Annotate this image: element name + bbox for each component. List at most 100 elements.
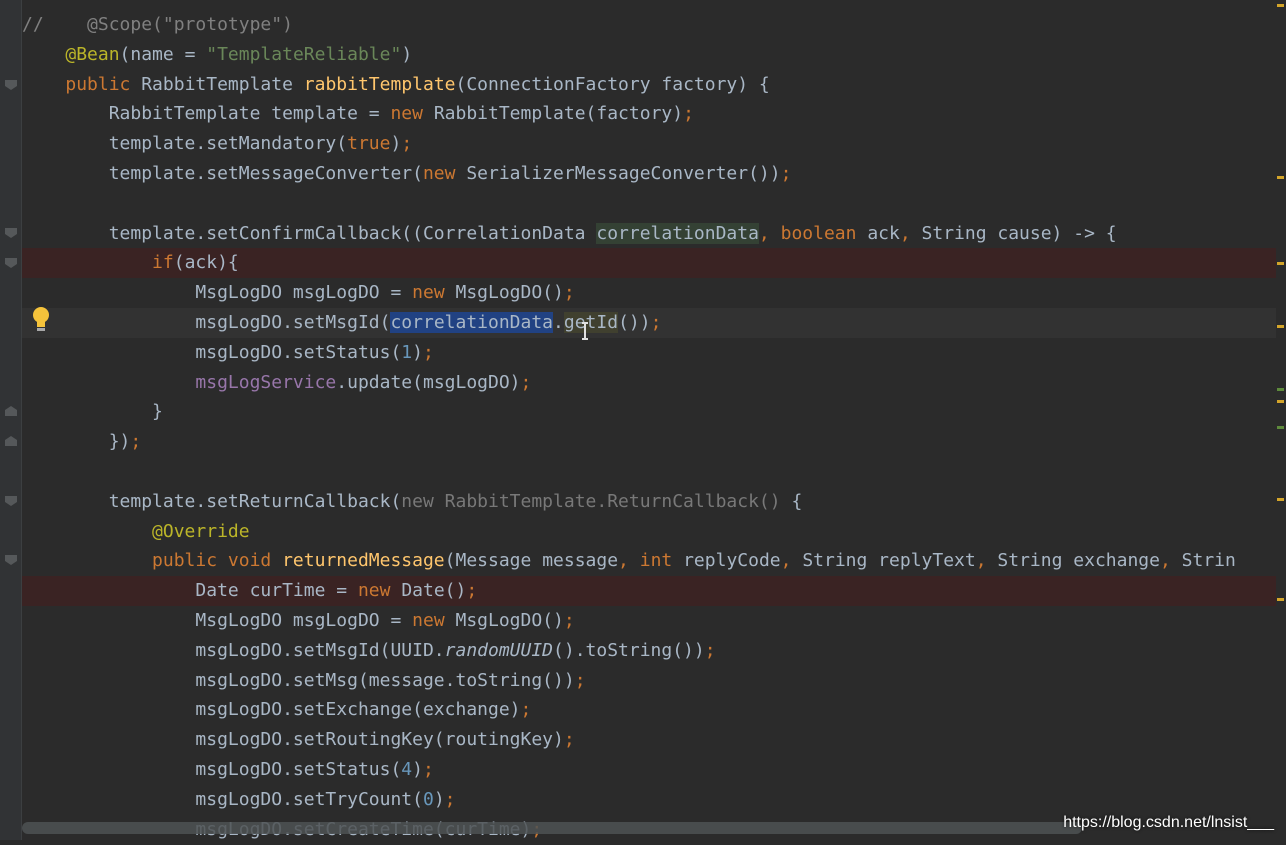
code-token: ack <box>867 222 900 244</box>
horizontal-scrollbar[interactable] <box>22 822 1082 834</box>
code-line[interactable] <box>22 457 1286 487</box>
lightbulb-icon[interactable] <box>32 307 50 333</box>
code-line[interactable]: msgLogDO.setStatus(1); <box>22 338 1286 368</box>
code-token: ; <box>683 103 694 125</box>
code-line[interactable]: template.setMandatory(true); <box>22 129 1286 159</box>
code-line-text: public void returnedMessage(Message mess… <box>22 546 1236 576</box>
code-token: msgLogDO.setStatus( <box>22 759 402 780</box>
code-token: (ack){ <box>173 252 239 274</box>
code-line-text: public RabbitTemplate rabbitTemplate(Con… <box>22 70 770 100</box>
code-token: ) <box>390 133 402 155</box>
warning-mark[interactable] <box>1277 400 1284 403</box>
code-line-text: @Override <box>22 517 250 547</box>
code-line[interactable]: msgLogDO.setExchange(exchange); <box>22 695 1286 725</box>
editor-gutter[interactable] <box>0 0 22 840</box>
code-token: 0 <box>422 788 434 810</box>
code-line[interactable] <box>22 189 1286 219</box>
warning-mark[interactable] <box>1277 4 1284 7</box>
code-token: (ConnectionFactory factory) { <box>455 73 770 95</box>
code-token: , <box>1159 550 1182 572</box>
code-line[interactable]: msgLogDO.setMsgId(UUID.randomUUID().toSt… <box>22 636 1286 666</box>
code-token: String exchange <box>997 550 1160 572</box>
fold-marker-start-icon[interactable] <box>5 80 17 90</box>
code-token: String replyText <box>802 550 976 572</box>
fold-marker-end-icon[interactable] <box>5 436 17 446</box>
code-token: MsgLogDO msgLogDO = <box>22 282 413 304</box>
code-line[interactable]: @Override <box>22 517 1286 547</box>
code-token: public <box>65 73 142 95</box>
code-token: .update(msgLogDO) <box>336 371 521 393</box>
code-line[interactable]: // @Scope("prototype") <box>22 10 1286 40</box>
code-token: , <box>758 222 781 244</box>
code-line[interactable]: msgLogService.update(msgLogDO); <box>22 368 1286 398</box>
warning-mark[interactable] <box>1277 262 1284 265</box>
code-line[interactable]: template.setReturnCallback(new RabbitTem… <box>22 487 1286 517</box>
code-token: MsgLogDO msgLogDO = <box>22 610 413 631</box>
code-line-text: template.setMessageConverter(new Seriali… <box>22 159 792 189</box>
warning-mark[interactable] <box>1277 325 1284 328</box>
code-line[interactable]: public void returnedMessage(Message mess… <box>22 546 1286 576</box>
code-token: (Message message <box>444 550 619 572</box>
code-token: MsgLogDO() <box>455 282 564 304</box>
fold-marker-end-icon[interactable] <box>5 406 17 416</box>
code-line-text: }); <box>22 427 142 457</box>
fold-marker-start-icon[interactable] <box>5 496 17 506</box>
code-token: ; <box>401 133 413 155</box>
code-token: correlationData <box>596 222 759 244</box>
code-line[interactable]: msgLogDO.setRoutingKey(routingKey); <box>22 725 1286 755</box>
fold-marker-start-icon[interactable] <box>5 258 17 268</box>
code-line[interactable]: Date curTime = new Date(); <box>22 576 1286 607</box>
warning-mark[interactable] <box>1277 598 1284 601</box>
code-line[interactable]: msgLogDO.setMsg(message.toString()); <box>22 666 1286 696</box>
code-token: ; <box>422 759 434 780</box>
code-token: template.setMandatory( <box>22 133 348 155</box>
code-token: ; <box>466 580 478 602</box>
code-line[interactable]: } <box>22 397 1286 427</box>
code-line[interactable]: MsgLogDO msgLogDO = new MsgLogDO(); <box>22 278 1286 308</box>
code-token: ; <box>563 610 575 631</box>
code-token: SerializerMessageConverter()) <box>466 163 781 184</box>
code-line[interactable]: }); <box>22 427 1286 457</box>
code-line[interactable]: msgLogDO.setMsgId(correlationData.getId(… <box>22 308 1286 338</box>
code-token: Date curTime = <box>22 580 358 602</box>
change-mark[interactable] <box>1277 388 1284 391</box>
code-line-text: msgLogDO.setStatus(4); <box>22 755 434 785</box>
fold-marker-start-icon[interactable] <box>5 228 17 238</box>
code-token: msgLogDO.setTryCount( <box>22 788 423 810</box>
code-token: RabbitTemplate(factory) <box>433 103 684 125</box>
code-token: ; <box>650 312 662 333</box>
code-line[interactable]: RabbitTemplate template = new RabbitTemp… <box>22 99 1286 129</box>
code-line[interactable]: public RabbitTemplate rabbitTemplate(Con… <box>22 70 1286 100</box>
code-line[interactable]: template.setConfirmCallback((Correlation… <box>22 219 1286 249</box>
code-token: (name = <box>119 43 207 65</box>
code-token: 4 <box>401 759 413 780</box>
code-token: getId <box>563 312 619 333</box>
code-token: true <box>347 133 391 155</box>
code-line[interactable]: msgLogDO.setTryCount(0); <box>22 785 1286 815</box>
code-token: , <box>899 222 922 244</box>
code-line[interactable]: @Bean(name = "TemplateReliable") <box>22 40 1286 70</box>
code-line[interactable]: MsgLogDO msgLogDO = new MsgLogDO(); <box>22 606 1286 636</box>
code-token: template.setMessageConverter( <box>22 163 423 184</box>
code-token: } <box>22 401 163 423</box>
change-mark[interactable] <box>1277 426 1284 429</box>
code-editor[interactable]: // @Scope("prototype") @Bean(name = "Tem… <box>22 0 1286 840</box>
code-line-text: msgLogDO.setMsg(message.toString()); <box>22 666 585 696</box>
code-token: , <box>975 550 998 572</box>
warning-mark[interactable] <box>1277 176 1284 179</box>
code-line-text: msgLogDO.setStatus(1); <box>22 338 433 368</box>
code-line[interactable]: msgLogDO.setStatus(4); <box>22 755 1286 785</box>
code-token: ) <box>401 43 413 65</box>
code-line[interactable]: if(ack){ <box>22 248 1286 279</box>
error-stripe[interactable] <box>1276 0 1286 840</box>
code-token: . <box>553 312 564 333</box>
code-line[interactable]: template.setMessageConverter(new Seriali… <box>22 159 1286 189</box>
code-token: ) <box>433 788 445 810</box>
code-token: new <box>357 580 402 602</box>
fold-marker-start-icon[interactable] <box>5 555 17 565</box>
warning-mark[interactable] <box>1277 498 1284 501</box>
